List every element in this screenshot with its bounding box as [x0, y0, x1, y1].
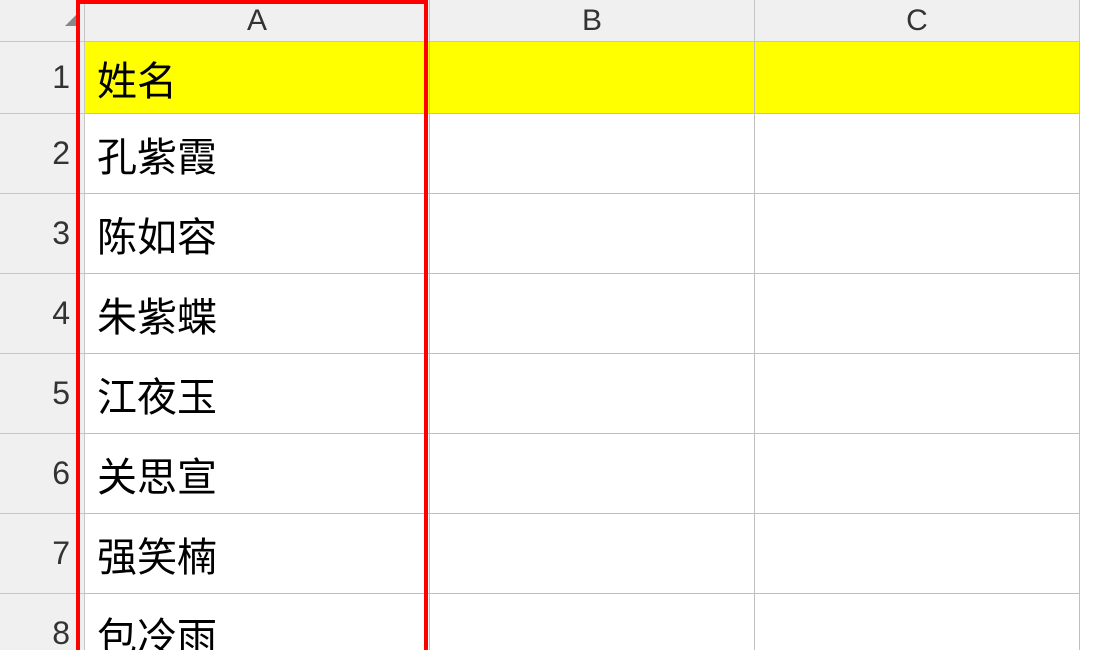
cell-c6[interactable]	[755, 434, 1080, 514]
cell-b1[interactable]	[430, 42, 755, 114]
column-header-c[interactable]: C	[755, 0, 1080, 42]
cell-a8[interactable]: 包冷雨	[85, 594, 430, 650]
table-row: 包冷雨	[85, 594, 1080, 650]
table-row: 江夜玉	[85, 354, 1080, 434]
row-headers: 1 2 3 4 5 6 7 8	[0, 42, 85, 650]
column-header-a[interactable]: A	[85, 0, 430, 42]
cell-a6[interactable]: 关思宣	[85, 434, 430, 514]
table-row: 朱紫蝶	[85, 274, 1080, 354]
cell-c7[interactable]	[755, 514, 1080, 594]
cell-c8[interactable]	[755, 594, 1080, 650]
row-header-5[interactable]: 5	[0, 354, 85, 434]
table-row: 姓名	[85, 42, 1080, 114]
cell-a4[interactable]: 朱紫蝶	[85, 274, 430, 354]
cell-a3[interactable]: 陈如容	[85, 194, 430, 274]
cell-c2[interactable]	[755, 114, 1080, 194]
cell-a5[interactable]: 江夜玉	[85, 354, 430, 434]
table-row: 关思宣	[85, 434, 1080, 514]
cell-b8[interactable]	[430, 594, 755, 650]
select-all-triangle-icon	[65, 12, 79, 26]
row-header-7[interactable]: 7	[0, 514, 85, 594]
row-header-3[interactable]: 3	[0, 194, 85, 274]
column-headers: A B C	[85, 0, 1080, 42]
cell-b7[interactable]	[430, 514, 755, 594]
table-row: 孔紫霞	[85, 114, 1080, 194]
cell-b5[interactable]	[430, 354, 755, 434]
cell-a1[interactable]: 姓名	[85, 42, 430, 114]
row-header-2[interactable]: 2	[0, 114, 85, 194]
row-header-1[interactable]: 1	[0, 42, 85, 114]
cell-b2[interactable]	[430, 114, 755, 194]
cell-c1[interactable]	[755, 42, 1080, 114]
row-header-6[interactable]: 6	[0, 434, 85, 514]
cell-c3[interactable]	[755, 194, 1080, 274]
cell-a7[interactable]: 强笑楠	[85, 514, 430, 594]
cell-grid: 姓名 孔紫霞 陈如容 朱紫蝶 江夜玉 关思宣	[85, 42, 1080, 650]
cell-b3[interactable]	[430, 194, 755, 274]
spreadsheet: A B C 1 2 3 4 5 6 7 8 姓名 孔紫霞 陈如容 朱紫蝶	[0, 0, 1098, 650]
cell-c5[interactable]	[755, 354, 1080, 434]
cell-a2[interactable]: 孔紫霞	[85, 114, 430, 194]
table-row: 强笑楠	[85, 514, 1080, 594]
column-header-b[interactable]: B	[430, 0, 755, 42]
cell-b6[interactable]	[430, 434, 755, 514]
table-row: 陈如容	[85, 194, 1080, 274]
cell-b4[interactable]	[430, 274, 755, 354]
row-header-8[interactable]: 8	[0, 594, 85, 650]
cell-c4[interactable]	[755, 274, 1080, 354]
row-header-4[interactable]: 4	[0, 274, 85, 354]
select-all-corner[interactable]	[0, 0, 85, 42]
